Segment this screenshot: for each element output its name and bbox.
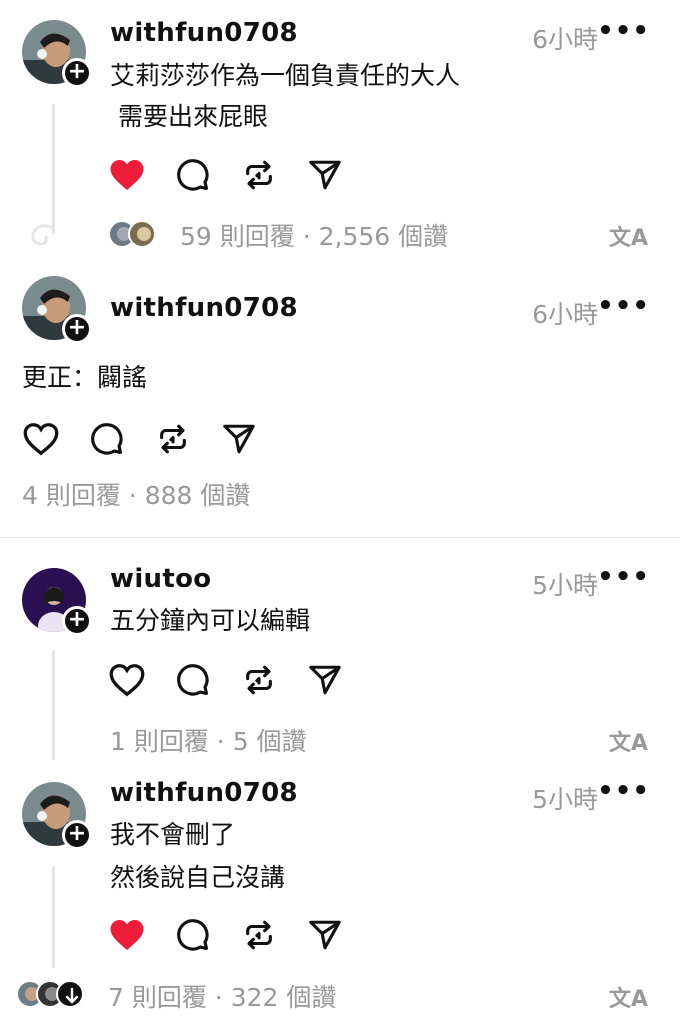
post-stats[interactable]: 1 則回覆 · 5 個讚	[110, 722, 307, 758]
comment-icon[interactable]	[174, 916, 212, 954]
action-bar	[108, 661, 344, 699]
post-text-line-1: 我不會刪了	[110, 820, 236, 849]
share-icon[interactable]	[306, 661, 344, 699]
thread-line	[52, 104, 55, 234]
translate-icon[interactable]: 文A	[609, 220, 648, 252]
timestamp: 6小時	[532, 300, 598, 329]
repost-icon[interactable]	[240, 156, 278, 194]
username[interactable]: withfun0708	[110, 18, 298, 48]
username[interactable]: withfun0708	[110, 778, 298, 808]
action-bar	[108, 156, 344, 194]
thread-curl-icon	[28, 220, 58, 254]
share-icon[interactable]	[220, 420, 258, 458]
post-text-line-1: 艾莉莎莎作為一個負責任的大人	[110, 61, 461, 90]
share-icon[interactable]	[306, 916, 344, 954]
post-stats[interactable]: 59 則回覆 · 2,556 個讚	[180, 217, 448, 253]
timestamp: 5小時	[532, 785, 598, 814]
arrow-down-icon[interactable]	[56, 980, 84, 1008]
avatar	[128, 220, 156, 248]
comment-icon[interactable]	[174, 661, 212, 699]
post-text-line-2: 需要出來屁眼	[110, 102, 268, 131]
divider	[0, 537, 680, 538]
thread-line	[52, 650, 55, 760]
timestamp: 6小時	[532, 25, 598, 54]
action-bar	[22, 420, 258, 458]
follow-plus-button[interactable]: +	[62, 58, 92, 88]
username[interactable]: withfun0708	[110, 293, 298, 323]
follow-plus-button[interactable]: +	[62, 606, 92, 636]
comment-icon[interactable]	[88, 420, 126, 458]
more-icon[interactable]: •••	[597, 16, 650, 46]
post-stats[interactable]: 4 則回覆 · 888 個讚	[22, 476, 250, 512]
repost-icon[interactable]	[154, 420, 192, 458]
heart-icon[interactable]	[108, 156, 146, 194]
action-bar	[108, 916, 344, 954]
repost-icon[interactable]	[240, 661, 278, 699]
username[interactable]: wiutoo	[110, 564, 211, 594]
translate-icon[interactable]: 文A	[609, 725, 648, 757]
heart-icon[interactable]	[108, 916, 146, 954]
timestamp: 5小時	[532, 571, 598, 600]
post-text-line-2: 然後說自己沒講	[110, 863, 286, 892]
heart-icon[interactable]	[22, 420, 60, 458]
heart-icon[interactable]	[108, 661, 146, 699]
share-icon[interactable]	[306, 156, 344, 194]
post-text-line-1: 更正：闢謠	[22, 363, 148, 392]
reply-avatars	[16, 980, 84, 1008]
reply-avatars	[108, 220, 156, 248]
repost-icon[interactable]	[240, 916, 278, 954]
translate-icon[interactable]: 文A	[609, 981, 648, 1013]
comment-icon[interactable]	[174, 156, 212, 194]
thread-line	[52, 866, 55, 968]
post-stats[interactable]: 7 則回覆 · 322 個讚	[108, 978, 336, 1014]
more-icon[interactable]: •••	[597, 776, 650, 806]
more-icon[interactable]: •••	[597, 291, 650, 321]
follow-plus-button[interactable]: +	[62, 820, 92, 850]
follow-plus-button[interactable]: +	[62, 314, 92, 344]
more-icon[interactable]: •••	[597, 562, 650, 592]
post-text-line-1: 五分鐘內可以編輯	[110, 606, 311, 635]
